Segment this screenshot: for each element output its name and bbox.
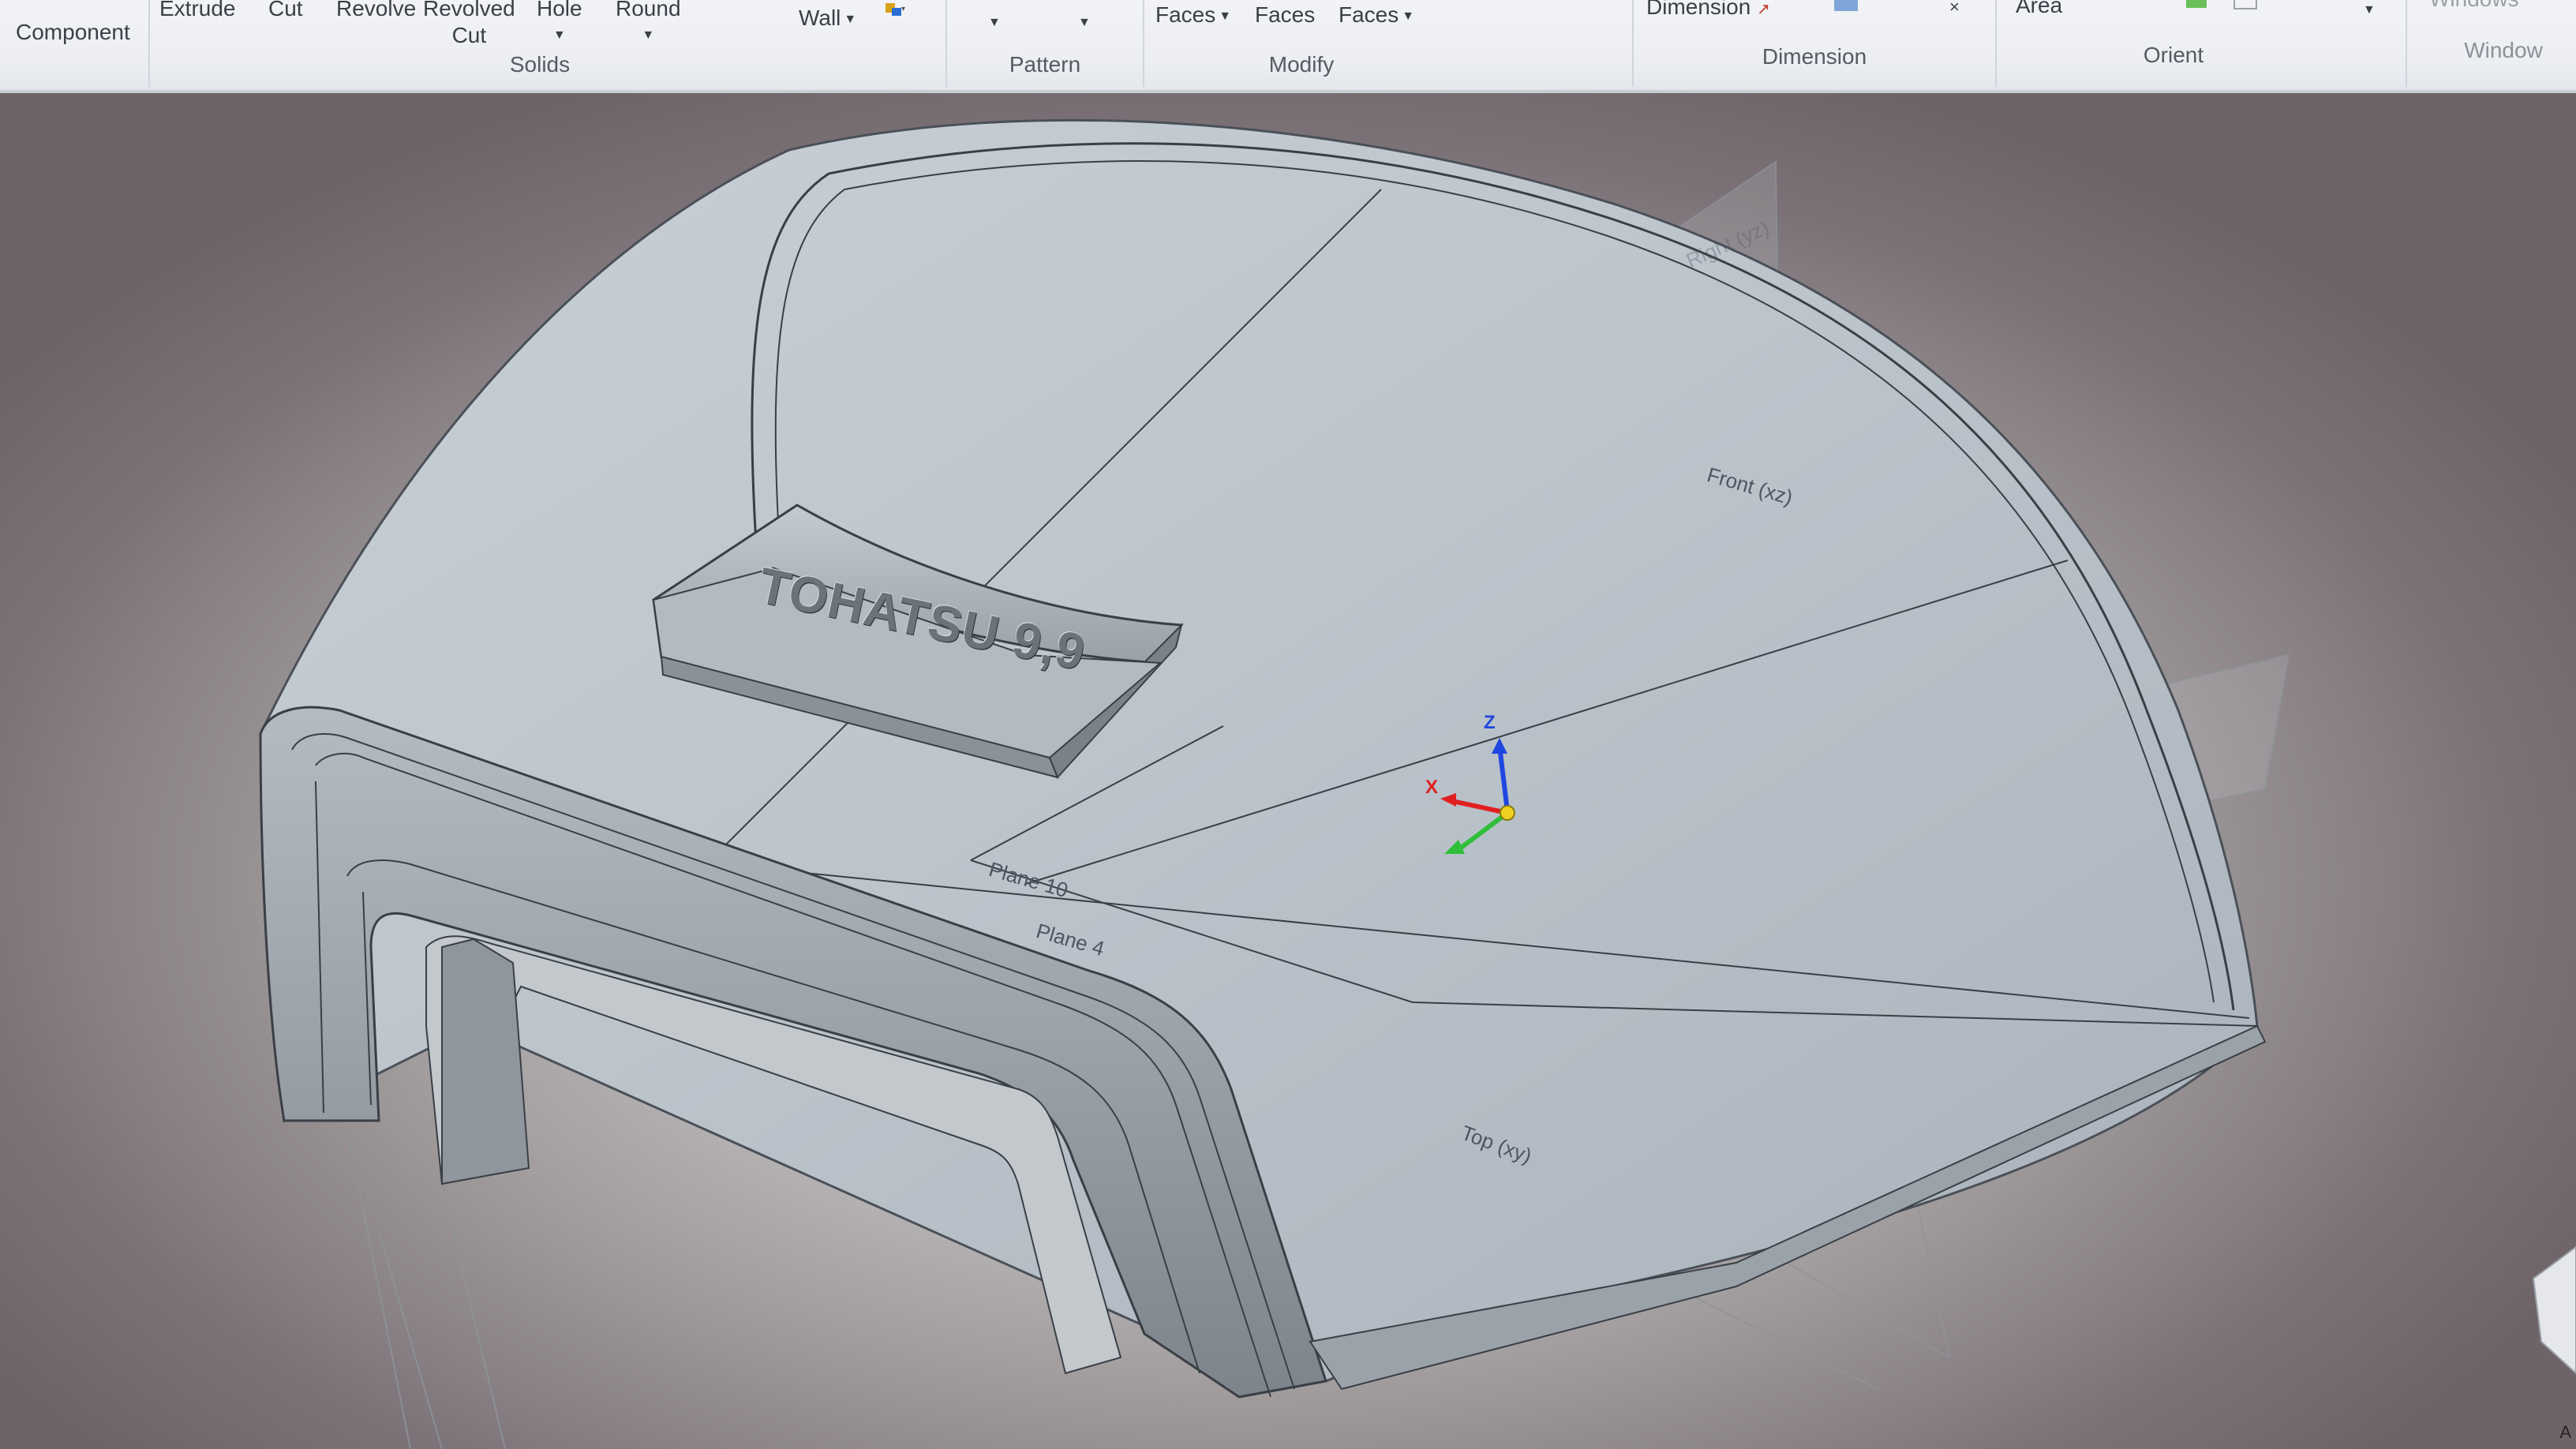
shell-feature-icon[interactable]: ▾ — [882, 0, 906, 21]
ribbon-toolbar: Component Extrude Cut Revolve Revolved C… — [0, 0, 2576, 93]
corner-indicator: A — [2559, 1422, 2571, 1442]
round-label: Round — [616, 0, 681, 21]
wall-label: Wall — [799, 6, 841, 30]
mirror-dropdown-caret-icon[interactable]: ▼ — [1078, 9, 1091, 36]
dimension-tool-icon[interactable] — [1834, 0, 1858, 11]
orient-box-icon[interactable] — [2233, 0, 2257, 9]
orient-dropdown-caret-icon[interactable]: ▼ — [2363, 0, 2376, 24]
round-dropdown-caret-icon[interactable]: ▼ — [616, 22, 681, 49]
window-group-label: Window — [2464, 38, 2543, 62]
wall-button[interactable]: Wall ▼ — [799, 5, 856, 33]
construction-line-c — [441, 1183, 506, 1449]
faces-label-2: Faces — [1255, 2, 1316, 27]
hole-dropdown-caret-icon[interactable]: ▼ — [537, 22, 582, 49]
hole-button[interactable]: Hole ▼ — [537, 0, 582, 49]
ribbon-group-solids: Extrude Cut Revolve Revolved Cut Hole ▼ … — [150, 0, 947, 87]
graphics-viewport[interactable]: TOHATSU 9,9 Front (xz) Plane 10 Plane 4 … — [0, 93, 2576, 1449]
component-button[interactable]: Component — [16, 19, 130, 46]
revolve-button[interactable]: Revolve — [336, 0, 416, 22]
cad-application-window: Component Extrude Cut Revolve Revolved C… — [0, 0, 2576, 1449]
dimension-button[interactable]: Dimension ↗ — [1646, 0, 1770, 23]
triad-x-label: X — [1425, 777, 1439, 798]
faces-button-1[interactable]: Faces ▼ — [1155, 2, 1231, 30]
orient-group-label: Orient — [2143, 43, 2204, 67]
faces-caret-icon-1: ▼ — [1219, 9, 1232, 23]
wall-caret-icon: ▼ — [844, 12, 857, 26]
dimension-close-icon[interactable]: × — [1949, 0, 1960, 21]
ribbon-group-modify: Faces ▼ Faces Faces ▼ Modify — [1144, 0, 1634, 87]
revolved-cut-button[interactable]: Revolved Cut — [423, 0, 515, 49]
faces-caret-icon-3: ▼ — [1402, 9, 1415, 23]
triad-origin — [1500, 805, 1515, 821]
area-button[interactable]: Area — [2016, 0, 2062, 19]
ribbon-group-component: Component — [0, 0, 150, 87]
ribbon-group-orient: Area ▼ Orient — [1997, 0, 2407, 87]
ribbon-group-window: Windows Window — [2407, 0, 2576, 87]
cut-button[interactable]: Cut — [268, 0, 303, 22]
triad-z-label: Z — [1484, 712, 1496, 733]
faces-label-1: Faces — [1155, 2, 1216, 27]
extrude-button[interactable]: Extrude — [159, 0, 236, 22]
svg-text:▾: ▾ — [901, 5, 905, 13]
faces-button-3[interactable]: Faces ▼ — [1339, 2, 1414, 30]
windows-button[interactable]: Windows — [2429, 0, 2519, 13]
pattern-dropdown-caret-icon[interactable]: ▼ — [988, 9, 1001, 36]
revolved-cut-label-1: Revolved — [423, 0, 515, 21]
dimension-label: Dimension — [1646, 0, 1751, 19]
view-cube-icon[interactable] — [2532, 1245, 2576, 1375]
round-button[interactable]: Round ▼ — [616, 0, 681, 49]
construction-line-e — [1672, 1286, 1879, 1390]
dimension-arrow-icon: ↗ — [1757, 1, 1770, 18]
revolved-cut-label-2: Cut — [451, 23, 487, 47]
orient-view-icon[interactable] — [2186, 0, 2207, 8]
faces-button-2[interactable]: Faces — [1255, 2, 1315, 28]
hole-label: Hole — [537, 0, 582, 21]
faces-label-3: Faces — [1339, 2, 1399, 27]
solids-group-label: Solids — [509, 52, 571, 77]
modify-group-label: Modify — [1268, 52, 1335, 77]
construction-line-b — [346, 1128, 411, 1449]
cowling-model[interactable] — [0, 93, 2576, 1449]
